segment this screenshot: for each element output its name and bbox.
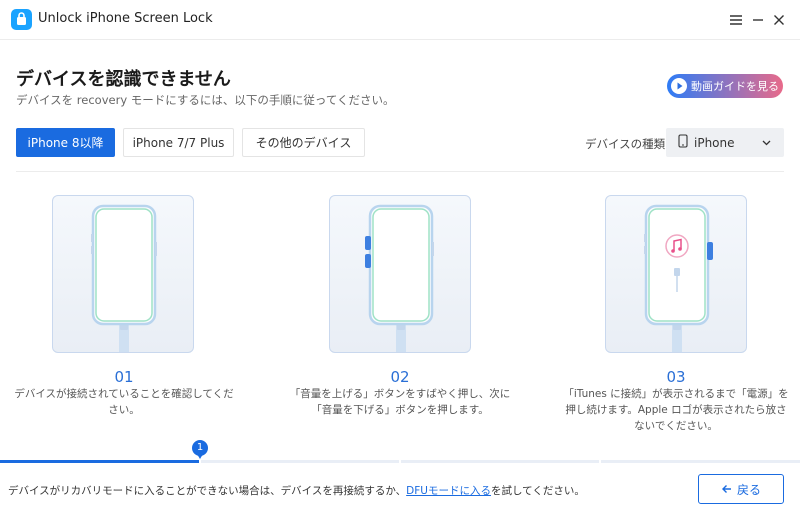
minimize-icon[interactable] <box>748 10 768 30</box>
step-3-line: 「iTunes に接続」が表示されるまで「電源」を <box>563 388 789 400</box>
app-logo-icon <box>11 9 32 30</box>
step-2-illustration <box>329 195 471 353</box>
step-1-text: デバイスが接続されていることを確認してくだ さい。 <box>9 386 239 418</box>
tab-iphone-7[interactable]: iPhone 7/7 Plus <box>123 128 234 157</box>
page-title: デバイスを認識できません <box>16 69 231 90</box>
step-1-number: 01 <box>114 368 134 386</box>
step-1-line: さい。 <box>108 404 140 416</box>
device-type-value: iPhone <box>694 135 735 150</box>
title-bar: Unlock iPhone Screen Lock <box>0 0 800 40</box>
step-2-text: 「音量を上げる」ボタンをすばやく押し、次に 「音量を下げる」ボタンを押します。 <box>285 386 515 418</box>
footer-help-text: デバイスがリカバリモードに入ることができない場合は、デバイスを再接続するか、DF… <box>8 483 585 498</box>
footer-text-before: デバイスがリカバリモードに入ることができない場合は、デバイスを再接続するか、 <box>8 485 407 497</box>
tab-label: iPhone 8以降 <box>27 136 104 150</box>
step-3-line: ないでください。 <box>634 420 718 432</box>
step-3-number: 03 <box>666 368 686 386</box>
divider <box>16 171 784 172</box>
tab-other-devices[interactable]: その他のデバイス <box>242 128 365 157</box>
step-3-illustration <box>605 195 747 353</box>
close-icon[interactable] <box>769 10 789 30</box>
step-2-line: 「音量を下げる」ボタンを押します。 <box>311 404 489 416</box>
step-3-text: 「iTunes に接続」が表示されるまで「電源」を 押し続けます。Apple ロ… <box>561 386 791 434</box>
footer: デバイスがリカバリモードに入ることができない場合は、デバイスを再接続するか、DF… <box>0 463 800 514</box>
tab-label: その他のデバイス <box>255 136 352 150</box>
step-1-line: デバイスが接続されていることを確認してくだ <box>14 388 234 400</box>
menu-icon[interactable] <box>726 10 746 30</box>
device-type-label: デバイスの種類: <box>585 137 670 151</box>
phone-icon <box>678 134 688 151</box>
step-3-line: 押し続けます。Apple ロゴが表示されたら放さ <box>565 404 787 416</box>
page-subtitle: デバイスを recovery モードにするには、以下の手順に従ってください。 <box>16 93 395 107</box>
step-2-line: 「音量を上げる」ボタンをすばやく押し、次に <box>289 388 511 400</box>
tab-iphone-8-later[interactable]: iPhone 8以降 <box>16 128 115 157</box>
progress-step-bubble: 1 <box>192 440 208 459</box>
chevron-down-icon <box>761 137 772 151</box>
footer-text-after: を試してください。 <box>490 485 585 497</box>
tab-label: iPhone 7/7 Plus <box>132 135 225 150</box>
dfu-mode-link[interactable]: DFUモードに入る <box>406 485 491 497</box>
step-1-illustration <box>52 195 194 353</box>
app-title: Unlock iPhone Screen Lock <box>38 11 213 26</box>
video-guide-button[interactable]: 動画ガイドを見る <box>667 74 783 98</box>
step-2-number: 02 <box>390 368 410 386</box>
arrow-left-icon <box>721 485 731 493</box>
back-button-label: 戻る <box>736 482 761 497</box>
video-guide-label: 動画ガイドを見る <box>691 80 779 93</box>
play-icon <box>671 78 687 94</box>
device-type-select[interactable]: iPhone <box>666 128 784 157</box>
back-button[interactable]: 戻る <box>698 474 784 504</box>
